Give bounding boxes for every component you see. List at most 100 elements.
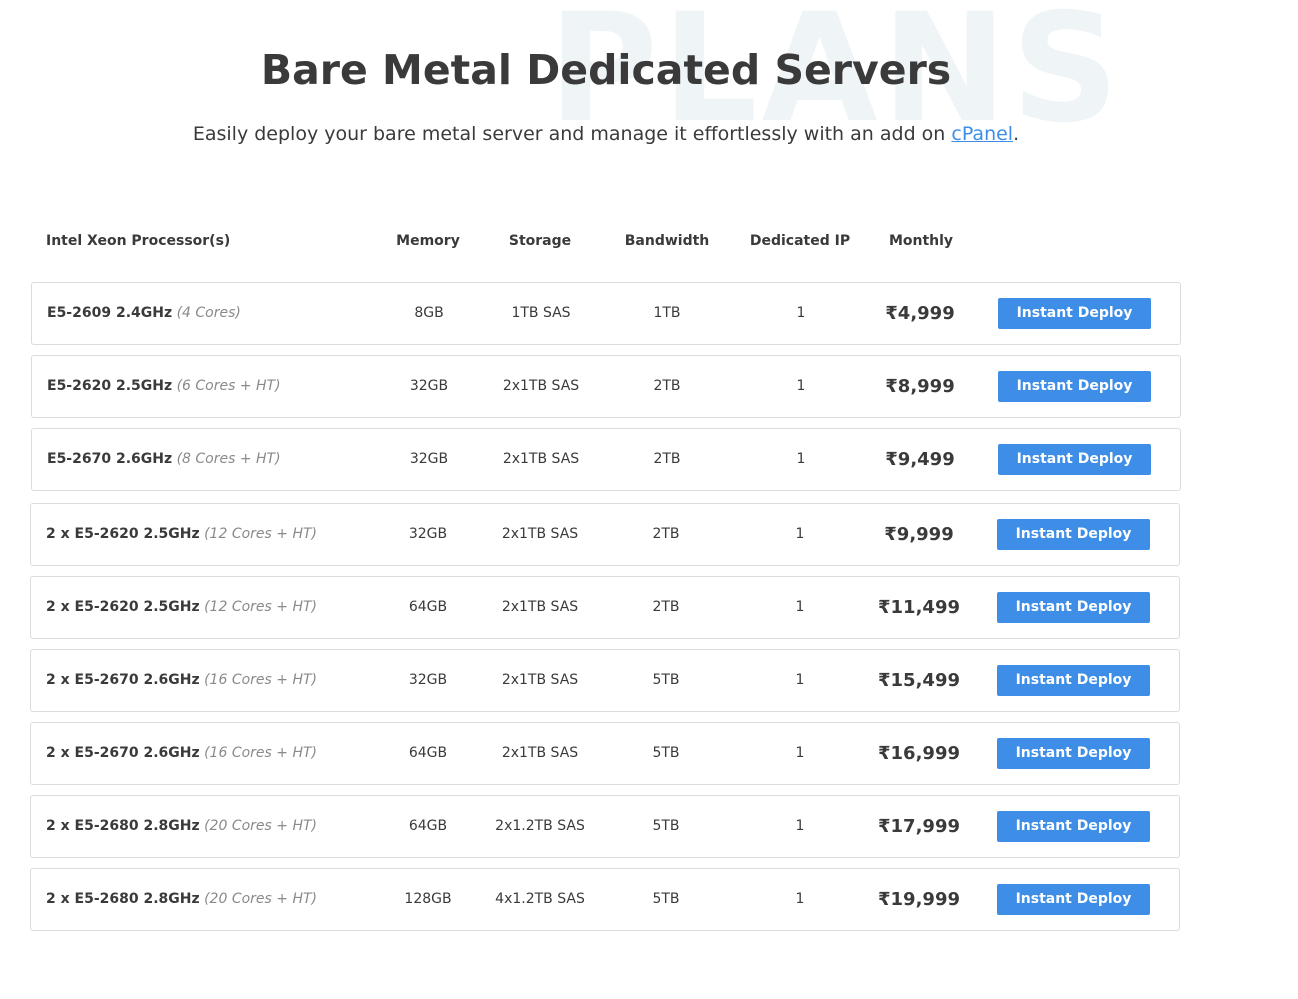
price-value: 16,999 xyxy=(890,743,960,764)
rupee-icon: ₹ xyxy=(878,816,891,837)
page-subtitle: Easily deploy your bare metal server and… xyxy=(0,121,1212,147)
monthly-price: ₹19,999 xyxy=(878,869,960,930)
storage-cell: 2x1TB SAS xyxy=(502,378,580,394)
core-count: (6 Cores + HT) xyxy=(176,378,281,394)
header-monthly: Monthly xyxy=(888,233,954,249)
instant-deploy-button[interactable]: Instant Deploy xyxy=(998,371,1151,402)
subtitle-period: . xyxy=(1013,123,1020,145)
instant-deploy-button[interactable]: Instant Deploy xyxy=(997,592,1150,623)
dedicated-ip-cell: 1 xyxy=(796,451,806,467)
storage-cell: 4x1.2TB SAS xyxy=(495,891,585,907)
bandwidth-cell: 2TB xyxy=(653,378,681,394)
core-count: (12 Cores + HT) xyxy=(204,526,317,542)
monthly-price: ₹9,999 xyxy=(884,504,953,565)
memory-cell: 32GB xyxy=(408,526,448,542)
core-count: (20 Cores + HT) xyxy=(204,891,317,907)
bandwidth-cell: 5TB xyxy=(652,818,680,834)
storage-cell: 2x1TB SAS xyxy=(501,526,579,542)
rupee-icon: ₹ xyxy=(884,524,897,545)
instant-deploy-button[interactable]: Instant Deploy xyxy=(997,884,1150,915)
rupee-icon: ₹ xyxy=(878,597,891,618)
bandwidth-cell: 5TB xyxy=(652,672,680,688)
price-value: 11,499 xyxy=(890,597,960,618)
dedicated-ip-cell: 1 xyxy=(795,599,805,615)
bandwidth-cell: 2TB xyxy=(653,451,681,467)
instant-deploy-button[interactable]: Instant Deploy xyxy=(997,738,1150,769)
header-dedicated-ip: Dedicated IP xyxy=(749,233,851,249)
cpanel-link[interactable]: cPanel xyxy=(951,123,1013,145)
memory-cell: 128GB xyxy=(404,891,452,907)
processor-cell: E5-2609 2.4GHz (4 Cores) xyxy=(47,283,241,344)
processor-cell: 2 x E5-2670 2.6GHz (16 Cores + HT) xyxy=(46,723,317,784)
memory-cell: 64GB xyxy=(408,599,448,615)
memory-cell: 8GB xyxy=(414,305,444,321)
subtitle-text: Easily deploy your bare metal server and… xyxy=(192,123,952,145)
monthly-price: ₹16,999 xyxy=(878,723,960,784)
core-count: (16 Cores + HT) xyxy=(204,745,317,761)
plan-row: 2 x E5-2620 2.5GHz (12 Cores + HT) 64GB 2x… xyxy=(30,576,1180,639)
instant-deploy-button[interactable]: Instant Deploy xyxy=(997,519,1150,550)
price-value: 4,999 xyxy=(897,303,955,324)
rupee-icon: ₹ xyxy=(885,376,898,397)
monthly-price: ₹9,499 xyxy=(885,429,954,490)
instant-deploy-button[interactable]: Instant Deploy xyxy=(998,298,1151,329)
plan-row: 2 x E5-2680 2.8GHz (20 Cores + HT) 64GB 2x… xyxy=(30,795,1180,858)
storage-cell: 2x1TB SAS xyxy=(501,599,579,615)
storage-cell: 2x1TB SAS xyxy=(501,745,579,761)
storage-cell: 2x1TB SAS xyxy=(502,451,580,467)
instant-deploy-button[interactable]: Instant Deploy xyxy=(997,665,1150,696)
rupee-icon: ₹ xyxy=(878,889,891,910)
rupee-icon: ₹ xyxy=(878,670,891,691)
price-value: 17,999 xyxy=(890,816,960,837)
monthly-price: ₹8,999 xyxy=(885,356,954,417)
processor-name: 2 x E5-2680 2.8GHz xyxy=(46,818,200,834)
monthly-price: ₹11,499 xyxy=(878,577,960,638)
instant-deploy-button[interactable]: Instant Deploy xyxy=(998,444,1151,475)
processor-name: E5-2620 2.5GHz xyxy=(47,378,173,394)
core-count: (16 Cores + HT) xyxy=(204,672,317,688)
bandwidth-cell: 1TB xyxy=(653,305,681,321)
rupee-icon: ₹ xyxy=(878,743,891,764)
core-count: (4 Cores) xyxy=(176,305,241,321)
price-value: 9,499 xyxy=(897,449,955,470)
processor-cell: 2 x E5-2680 2.8GHz (20 Cores + HT) xyxy=(46,796,317,857)
bandwidth-cell: 2TB xyxy=(652,526,680,542)
processor-cell: 2 x E5-2620 2.5GHz (12 Cores + HT) xyxy=(46,504,317,565)
plan-row: 2 x E5-2670 2.6GHz (16 Cores + HT) 64GB 2x… xyxy=(30,722,1180,785)
processor-name: E5-2609 2.4GHz xyxy=(47,305,173,321)
processor-name: 2 x E5-2620 2.5GHz xyxy=(46,599,200,615)
plan-row: E5-2620 2.5GHz (6 Cores + HT) 32GB 2x1TB S… xyxy=(31,355,1181,418)
storage-cell: 2x1.2TB SAS xyxy=(495,818,585,834)
page-title: Bare Metal Dedicated Servers xyxy=(260,46,952,94)
storage-cell: 2x1TB SAS xyxy=(501,672,579,688)
dedicated-ip-cell: 1 xyxy=(796,305,806,321)
price-value: 19,999 xyxy=(890,889,960,910)
rupee-icon: ₹ xyxy=(885,303,898,324)
processor-cell: E5-2670 2.6GHz (8 Cores + HT) xyxy=(47,429,281,490)
header-bandwidth: Bandwidth xyxy=(624,233,710,249)
header-storage: Storage xyxy=(508,233,572,249)
plan-row: E5-2670 2.6GHz (8 Cores + HT) 32GB 2x1TB S… xyxy=(31,428,1181,491)
instant-deploy-button[interactable]: Instant Deploy xyxy=(997,811,1150,842)
plan-row: 2 x E5-2670 2.6GHz (16 Cores + HT) 32GB 2x… xyxy=(30,649,1180,712)
plan-row: E5-2609 2.4GHz (4 Cores) 8GB 1TB SAS 1TB 1 ₹4… xyxy=(31,282,1181,345)
dedicated-ip-cell: 1 xyxy=(795,891,805,907)
price-value: 15,499 xyxy=(890,670,960,691)
processor-name: E5-2670 2.6GHz xyxy=(47,451,173,467)
price-value: 8,999 xyxy=(897,376,955,397)
core-count: (12 Cores + HT) xyxy=(204,599,317,615)
processor-cell: 2 x E5-2670 2.6GHz (16 Cores + HT) xyxy=(46,650,317,711)
header-processor: Intel Xeon Processor(s) xyxy=(46,233,231,249)
processor-cell: E5-2620 2.5GHz (6 Cores + HT) xyxy=(47,356,281,417)
dedicated-ip-cell: 1 xyxy=(795,526,805,542)
processor-name: 2 x E5-2680 2.8GHz xyxy=(46,891,200,907)
price-value: 9,999 xyxy=(896,524,954,545)
processor-name: 2 x E5-2670 2.6GHz xyxy=(46,672,200,688)
dedicated-ip-cell: 1 xyxy=(795,672,805,688)
memory-cell: 64GB xyxy=(408,818,448,834)
memory-cell: 32GB xyxy=(409,451,449,467)
memory-cell: 64GB xyxy=(408,745,448,761)
processor-name: 2 x E5-2670 2.6GHz xyxy=(46,745,200,761)
core-count: (8 Cores + HT) xyxy=(176,451,281,467)
dedicated-ip-cell: 1 xyxy=(795,818,805,834)
